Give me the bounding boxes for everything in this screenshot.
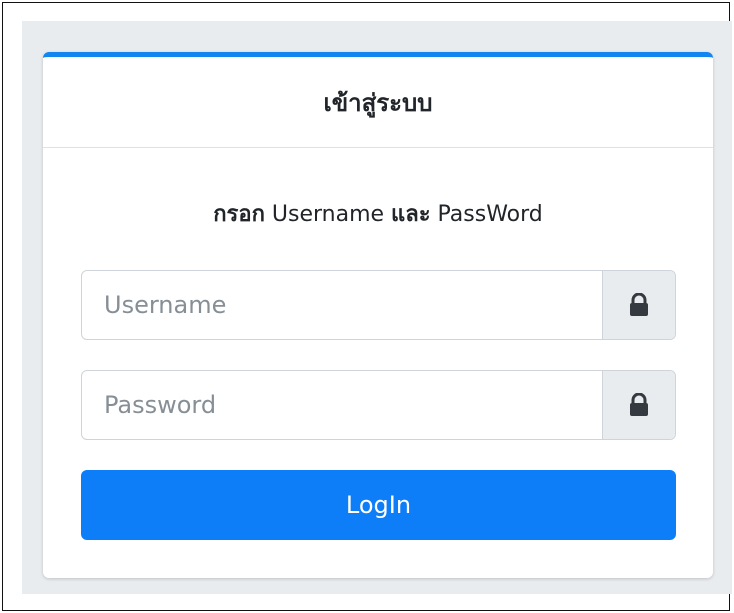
password-addon	[602, 371, 675, 439]
login-card: เข้าสู่ระบบ กรอก Username และ PassWord U…	[43, 52, 713, 578]
lock-icon	[630, 393, 648, 416]
outer-frame: เข้าสู่ระบบ กรอก Username และ PassWord U…	[2, 2, 732, 611]
login-button[interactable]: LogIn	[81, 470, 676, 540]
password-input-group	[81, 370, 676, 440]
username-input-group	[81, 270, 676, 340]
instruction-bold-2: และ	[391, 202, 431, 227]
card-body: กรอก Username และ PassWord Username LogI…	[43, 148, 713, 578]
instruction-text-1: Username	[264, 202, 392, 227]
username-addon	[602, 271, 675, 339]
instruction-text-2: PassWord	[430, 202, 543, 227]
instruction-bold-1: กรอก	[213, 202, 265, 227]
lock-icon	[630, 293, 648, 316]
card-title: เข้าสู่ระบบ	[323, 88, 433, 117]
content-panel: เข้าสู่ระบบ กรอก Username และ PassWord U…	[22, 21, 732, 594]
login-instruction: กรอก Username และ PassWord	[43, 196, 713, 231]
password-input[interactable]	[82, 371, 602, 439]
username-input[interactable]	[82, 271, 602, 339]
card-header: เข้าสู่ระบบ	[43, 57, 713, 148]
